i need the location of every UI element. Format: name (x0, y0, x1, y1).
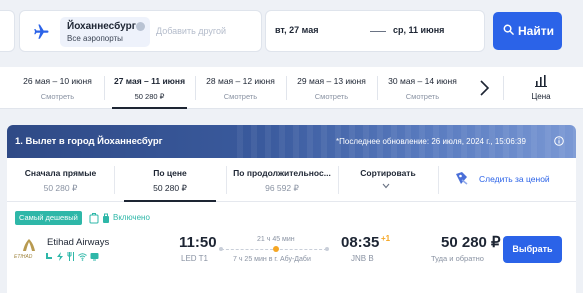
find-button[interactable]: Найти (493, 12, 562, 50)
date-option-range: 30 мая – 14 июня (388, 76, 457, 86)
airline-name: Etihad Airways (47, 237, 110, 248)
date-option-range: 27 мая – 11 июня (113, 76, 186, 86)
date-option-sub: Смотреть (314, 92, 349, 101)
remove-destination-icon[interactable] (136, 22, 145, 31)
choose-flight-button[interactable]: Выбрать (503, 236, 562, 263)
sort-direct-first[interactable]: Сначала прямые 50 280 ₽ (7, 158, 114, 202)
layover-info: 7 ч 25 мин в г. Абу-Даби (233, 256, 311, 263)
power-icon (57, 252, 63, 261)
sort-value: 50 280 ₽ (43, 183, 78, 193)
departure-date[interactable]: вт, 27 мая (275, 25, 318, 35)
date-option-selected[interactable]: 27 мая – 11 июня 50 280 ₽ (104, 67, 195, 109)
sort-value: 50 280 ₽ (153, 183, 187, 193)
baggage-included-label: Включено (113, 213, 150, 222)
next-day-indicator: +1 (381, 234, 391, 243)
date-option[interactable]: 30 мая – 14 июня Смотреть (377, 67, 468, 109)
airline-logo-text: ETIHAD (14, 254, 33, 260)
destination-chip[interactable]: Йоханнесбург Все аэропорты (60, 17, 150, 47)
origin-field-edge[interactable] (0, 10, 15, 52)
meal-icon (67, 252, 74, 261)
cheapest-badge: Самый дешевый (15, 211, 82, 225)
etihad-logo-icon (23, 239, 35, 251)
price-note: Туда и обратно (431, 254, 484, 263)
departure-airport: LED T1 (181, 254, 208, 263)
plane-icon (34, 24, 49, 39)
leg-title: 1. Вылет в город Йоханнесбург (15, 136, 163, 147)
date-option[interactable]: 26 мая – 10 июня Смотреть (12, 67, 103, 109)
sort-dropdown[interactable]: Сортировать (338, 158, 438, 202)
destination-subtitle: Все аэропорты (67, 34, 123, 43)
baggage-icon (89, 213, 99, 224)
date-separator (370, 31, 386, 32)
destination-field[interactable]: Йоханнесбург Все аэропорты Добавить друг… (19, 10, 262, 52)
sort-by-duration[interactable]: По продолжительнос... 96 592 ₽ (226, 158, 338, 202)
sort-value: 96 592 ₽ (265, 183, 299, 193)
date-option[interactable]: 28 мая – 12 июня Смотреть (195, 67, 286, 109)
sort-bar: Сначала прямые 50 280 ₽ По цене 50 280 ₽… (7, 158, 576, 202)
layover-dot (273, 246, 279, 252)
wifi-icon (78, 253, 87, 261)
divider (438, 166, 439, 194)
flight-duration: 21 ч 45 мин (257, 236, 295, 243)
search-icon (503, 24, 514, 35)
date-option-sub: Смотреть (223, 92, 258, 101)
date-option-sub: Смотреть (40, 92, 75, 101)
date-option-range: 29 мая – 13 июня (297, 76, 366, 86)
add-destination-input[interactable]: Добавить другой (156, 26, 226, 36)
results-panel: 1. Вылет в город Йоханнесбург *Последнее… (7, 125, 576, 293)
chevron-right-icon[interactable] (474, 79, 494, 97)
destination-title: Йоханнесбург (67, 21, 136, 32)
date-option-price: 50 280 ₽ (134, 92, 165, 101)
sort-title: Сортировать (360, 168, 416, 178)
chevron-down-icon (382, 183, 390, 189)
price-sort-button[interactable]: Цена (522, 72, 560, 104)
seat-icon (46, 253, 52, 259)
arrival-airport: JNB B (351, 254, 374, 263)
hand-luggage-icon (103, 213, 109, 223)
price-tag-icon (456, 172, 468, 185)
sort-by-price[interactable]: По цене 50 280 ₽ (114, 158, 226, 202)
search-bar: Йоханнесбург Все аэропорты Добавить друг… (0, 0, 583, 62)
arrival-time: 08:35 (341, 234, 380, 251)
departure-time: 11:50 (179, 234, 217, 251)
leg-banner: 1. Вылет в город Йоханнесбург *Последнее… (7, 125, 576, 158)
sort-title: Сначала прямые (24, 168, 97, 178)
follow-price-button[interactable]: Следить за ценой (454, 171, 564, 187)
bar-chart-icon (535, 75, 547, 87)
date-option-range: 26 мая – 10 июня (23, 76, 92, 86)
entertainment-icon (90, 253, 99, 261)
route-start-dot (219, 247, 223, 251)
price-sort-label: Цена (531, 92, 551, 101)
date-option-range: 28 мая – 12 июня (206, 76, 275, 86)
find-button-label: Найти (518, 24, 554, 38)
follow-price-label: Следить за ценой (479, 174, 550, 184)
dates-field[interactable]: вт, 27 мая ср, 11 июня (265, 10, 485, 52)
return-date[interactable]: ср, 11 июня (393, 25, 444, 35)
route-end-dot (325, 247, 329, 251)
sort-title: По продолжительнос... (233, 168, 331, 178)
date-option-sub: Смотреть (405, 92, 440, 101)
flight-price: 50 280 ₽ (441, 234, 501, 251)
sort-title: По цене (153, 168, 187, 178)
date-option[interactable]: 29 мая – 13 июня Смотреть (286, 67, 377, 109)
last-update-text: *Последнее обновление: 26 июля, 2024 г.,… (336, 137, 526, 146)
info-icon[interactable] (554, 136, 564, 146)
divider (503, 76, 504, 100)
date-strip: 26 мая – 10 июня Смотреть 27 мая – 11 ию… (0, 67, 583, 109)
